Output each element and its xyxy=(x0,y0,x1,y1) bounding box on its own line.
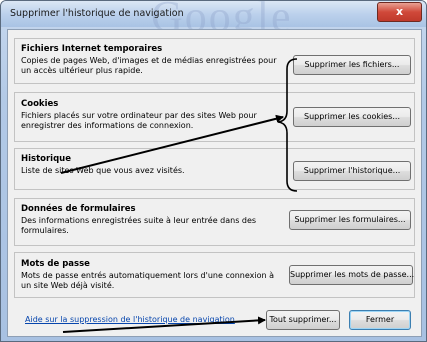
section-form-data: Données de formulaires Des informations … xyxy=(14,198,415,246)
close-button[interactable]: Fermer xyxy=(349,310,411,330)
title-bar[interactable]: Google Supprimer l'historique de navigat… xyxy=(1,1,426,41)
close-window-button[interactable]: x xyxy=(377,2,422,22)
delete-forms-button[interactable]: Supprimer les formulaires... xyxy=(289,210,411,230)
section-title: Mots de passe xyxy=(21,259,90,269)
section-description: Des informations enregistrées suite à le… xyxy=(21,216,257,235)
section-title: Cookies xyxy=(21,99,59,109)
section-title: Historique xyxy=(21,154,71,164)
section-description: Copies de pages Web, d'images et de médi… xyxy=(21,56,277,75)
section-title: Données de formulaires xyxy=(21,204,136,214)
section-passwords: Mots de passe Mots de passe entrés autom… xyxy=(14,252,415,298)
delete-all-button[interactable]: Tout supprimer... xyxy=(266,310,340,330)
help-link[interactable]: Aide sur la suppression de l'historique … xyxy=(25,315,235,324)
dialog-body: Fichiers Internet temporaires Copies de … xyxy=(7,29,422,337)
section-history: Historique Liste de sites Web que vous a… xyxy=(14,148,415,190)
delete-cookies-button[interactable]: Supprimer les cookies... xyxy=(293,107,411,127)
section-title: Fichiers Internet temporaires xyxy=(21,44,163,54)
dialog-window: Google Supprimer l'historique de navigat… xyxy=(0,0,427,342)
section-description: Liste de sites Web que vous avez visités… xyxy=(21,166,185,175)
window-title: Supprimer l'historique de navigation xyxy=(10,8,184,19)
delete-history-button[interactable]: Supprimer l'historique... xyxy=(293,161,411,181)
section-temporary-files: Fichiers Internet temporaires Copies de … xyxy=(14,38,415,84)
delete-files-button[interactable]: Supprimer les fichiers... xyxy=(293,55,411,75)
section-description: Mots de passe entrés automatiquement lor… xyxy=(21,271,275,290)
section-description: Fichiers placés sur votre ordinateur par… xyxy=(21,111,257,130)
section-cookies: Cookies Fichiers placés sur votre ordina… xyxy=(14,92,415,142)
delete-passwords-button[interactable]: Supprimer les mots de passe... xyxy=(289,265,414,285)
